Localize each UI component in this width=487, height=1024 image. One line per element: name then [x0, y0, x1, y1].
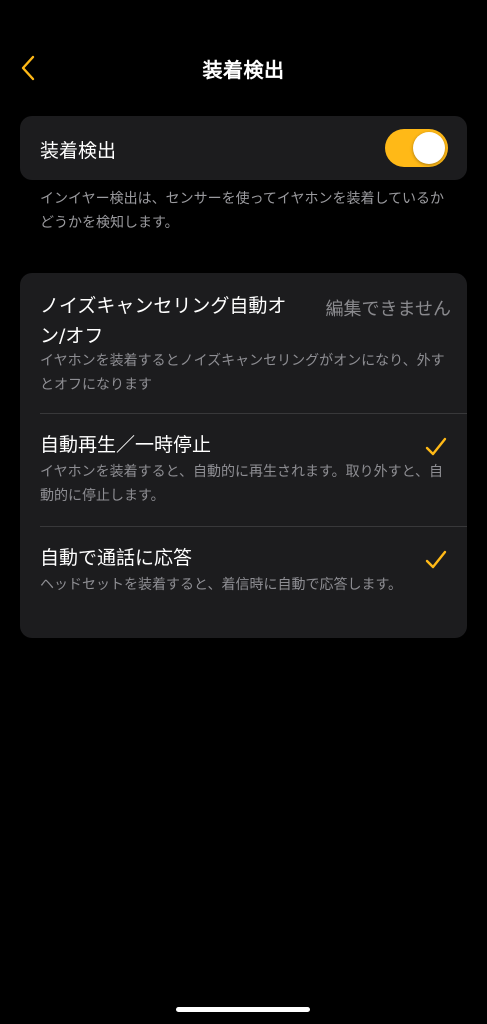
toggle-knob: [413, 132, 445, 164]
home-indicator[interactable]: [176, 1007, 310, 1012]
page-title: 装着検出: [202, 58, 285, 82]
option-description: ヘッドセットを装着すると、着信時に自動で応答します。: [40, 577, 403, 593]
option-status: 編集できません: [325, 299, 451, 320]
option-row-noise-cancel: ノイズキャンセリング自動オン/オフ 編集できません イヤホンを装着するとノイズキ…: [20, 273, 467, 413]
option-description: イヤホンを装着すると、自動的に再生されます。取り外すと、自動的に停止します。: [40, 464, 444, 504]
wear-detection-footnote: インイヤー検出は、センサーを使ってイヤホンを装着しているかどうかを検知します。: [40, 191, 445, 231]
option-row-auto-answer[interactable]: 自動で通話に応答 ヘッドセットを装着すると、着信時に自動で応答します。: [20, 527, 467, 638]
checkmark-icon: [425, 437, 447, 456]
checkmark-icon: [425, 550, 447, 569]
wear-detection-card: 装着検出: [20, 116, 467, 180]
option-description: イヤホンを装着するとノイズキャンセリングがオンになり、外すとオフになります: [40, 353, 445, 393]
options-card: ノイズキャンセリング自動オン/オフ 編集できません イヤホンを装着するとノイズキ…: [20, 273, 467, 638]
option-title: 自動再生／一時停止: [40, 434, 212, 456]
navigation-bar: 装着検出: [0, 48, 487, 88]
wear-detection-toggle[interactable]: [385, 129, 448, 167]
wear-detection-label: 装着検出: [40, 140, 117, 162]
option-row-auto-play[interactable]: 自動再生／一時停止 イヤホンを装着すると、自動的に再生されます。取り外すと、自動…: [20, 414, 467, 526]
option-title: 自動で通話に応答: [40, 547, 193, 569]
option-title: ノイズキャンセリング自動オン/オフ: [40, 295, 287, 347]
